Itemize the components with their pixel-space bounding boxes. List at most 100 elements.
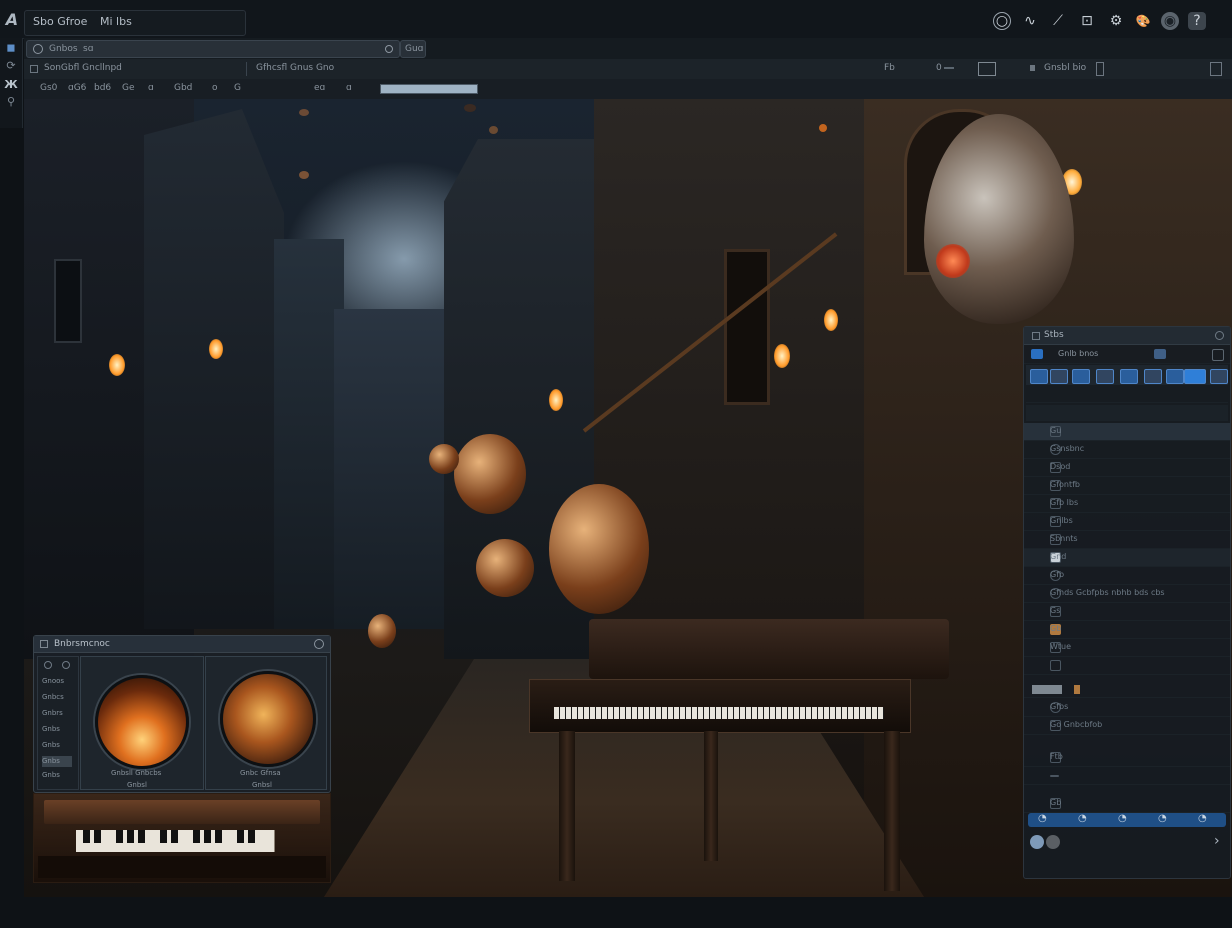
panel-toggle-icon[interactable] — [978, 62, 996, 76]
options-toggle-icon[interactable] — [30, 65, 38, 73]
tool-opt-5[interactable]: ɑ — [148, 83, 154, 93]
tool-opt-2[interactable]: ɑG6 — [68, 83, 86, 93]
piano-keyboard-widget[interactable] — [33, 793, 331, 883]
options-right-c[interactable]: Gnsbl bio — [1044, 63, 1086, 73]
tool-opt-9[interactable]: eɑ — [314, 83, 325, 93]
side-item[interactable]: Gnbs — [42, 770, 72, 781]
action-icon[interactable]: ◔ — [1078, 813, 1087, 824]
options-left-label[interactable]: SonGbfl Gncllnpd — [44, 63, 122, 73]
rotate-tool-icon[interactable]: ⟳ — [3, 59, 19, 73]
layer-tool-button-active[interactable] — [1184, 369, 1206, 384]
layer-row[interactable]: Dsod — [1024, 459, 1230, 477]
preview-card-right[interactable]: Gnbc Gfnsa Gnbsl — [205, 656, 327, 790]
panel-menu-icon[interactable] — [40, 640, 48, 648]
layer-row[interactable]: Gnd — [1024, 549, 1230, 567]
options-right-a[interactable]: Fb — [884, 63, 895, 73]
tool-opt-3[interactable]: bd6 — [94, 83, 111, 93]
layer-row[interactable]: Go Gnbcbfob — [1024, 717, 1230, 735]
black-key[interactable] — [138, 830, 145, 843]
layers-search-row[interactable]: Gnlb bnos — [1024, 346, 1230, 364]
preview-card-left[interactable]: Gnbsll Gnbcbs Gnbsl — [80, 656, 204, 790]
layer-tool-button[interactable] — [1050, 369, 1068, 384]
help-icon[interactable]: ? — [1188, 12, 1206, 30]
layers-search-label[interactable]: Gnlb bnos — [1058, 349, 1098, 358]
layer-tool-button[interactable] — [1120, 369, 1138, 384]
side-item[interactable]: Gnbrs — [42, 708, 72, 719]
palette-icon[interactable]: 🎨 — [1134, 12, 1152, 30]
layer-row[interactable] — [1024, 683, 1230, 698]
circle-icon[interactable]: ○ — [993, 12, 1011, 30]
tool-opt-7[interactable]: o — [212, 83, 218, 93]
layer-row[interactable]: Gfbs — [1024, 699, 1230, 717]
blend-icon[interactable] — [1154, 349, 1166, 359]
gear-icon[interactable]: ⚙ — [1107, 12, 1125, 30]
black-key[interactable] — [171, 830, 178, 843]
tool-opt-8[interactable]: G — [234, 83, 241, 93]
square-tool-icon[interactable]: ◼ — [3, 41, 19, 55]
layer-row[interactable]: Gs — [1024, 603, 1230, 621]
layer-row[interactable]: Gsnsbnc — [1024, 441, 1230, 459]
panel-menu-icon[interactable] — [1032, 332, 1040, 340]
layers-panel-header[interactable]: Stbs — [1024, 327, 1230, 345]
options-end-icon[interactable] — [1210, 62, 1222, 76]
black-key[interactable] — [204, 830, 211, 843]
options-split-icon[interactable] — [1096, 62, 1104, 76]
side-item[interactable]: Gnoos — [42, 676, 72, 687]
pin-tool-icon[interactable]: ⚲ — [3, 95, 19, 109]
app-logo-icon[interactable]: A — [2, 10, 22, 30]
white-key[interactable] — [263, 830, 275, 852]
black-key[interactable] — [193, 830, 200, 843]
panel-close-icon[interactable] — [314, 639, 324, 649]
layer-row-selected[interactable]: Gu — [1024, 423, 1230, 441]
layer-tool-button[interactable] — [1096, 369, 1114, 384]
layer-row[interactable] — [1024, 657, 1230, 675]
side-toggle-icon[interactable] — [44, 661, 52, 669]
black-key[interactable] — [248, 830, 255, 843]
filter-icon[interactable] — [1031, 349, 1043, 359]
side-item[interactable]: Gnbcs — [42, 692, 72, 703]
layer-row[interactable]: Gfb — [1024, 567, 1230, 585]
tab-active[interactable]: Gnbos sɑ — [26, 40, 400, 58]
side-item[interactable]: Gnbs — [42, 740, 72, 751]
chevron-right-icon[interactable]: › — [1214, 833, 1220, 849]
layer-toggles-row[interactable] — [1026, 387, 1228, 403]
black-key[interactable] — [127, 830, 134, 843]
layer-filter-row[interactable] — [1026, 405, 1228, 421]
side-toggle-icon[interactable] — [62, 661, 70, 669]
foreground-color-swatch[interactable] — [1030, 835, 1044, 849]
black-key[interactable] — [94, 830, 101, 843]
brush-tool-icon[interactable]: Ж — [3, 78, 19, 92]
layer-row[interactable]: Gb — [1024, 795, 1230, 813]
action-icon[interactable]: ◔ — [1158, 813, 1167, 824]
black-key[interactable] — [116, 830, 123, 843]
options-right-b[interactable]: 0 — [936, 63, 942, 73]
black-key[interactable] — [83, 830, 90, 843]
opacity-icon[interactable] — [1212, 349, 1224, 361]
black-key[interactable] — [160, 830, 167, 843]
tool-opt-6[interactable]: Gbd — [174, 83, 192, 93]
options-mid-label[interactable]: Gfhcsfl Gnus Gno — [256, 63, 334, 73]
tool-opt-1[interactable]: Gs0 — [40, 83, 57, 93]
wave-icon[interactable]: ∿ — [1021, 12, 1039, 30]
layer-row[interactable]: Ftb — [1024, 749, 1230, 767]
action-icon[interactable]: ◔ — [1038, 813, 1047, 824]
globe-icon[interactable]: ◉ — [1161, 12, 1179, 30]
black-key[interactable] — [215, 830, 222, 843]
document-title-field[interactable]: Sbo Gfroe Mi lbs — [24, 10, 246, 36]
black-key[interactable] — [237, 830, 244, 843]
layer-tool-button[interactable] — [1030, 369, 1048, 384]
action-icon[interactable]: ◔ — [1118, 813, 1127, 824]
opacity-slider[interactable] — [380, 84, 478, 94]
layer-row[interactable]: Gfontfb — [1024, 477, 1230, 495]
background-color-swatch[interactable] — [1046, 835, 1060, 849]
pen-icon[interactable]: ⟋ — [1049, 12, 1067, 30]
side-item-selected[interactable]: Gnbs — [42, 756, 72, 767]
layer-tool-button[interactable] — [1144, 369, 1162, 384]
tool-opt-10[interactable]: ɑ — [346, 83, 352, 93]
side-item[interactable]: Gnbs — [42, 724, 72, 735]
tab-secondary[interactable]: Guɑ — [400, 40, 426, 58]
layer-tool-button[interactable] — [1072, 369, 1090, 384]
layer-row[interactable]: Wtue — [1024, 639, 1230, 657]
layer-tool-button[interactable] — [1210, 369, 1228, 384]
layer-row[interactable]: Gfhds Gcbfpbs nbhb bds cbs — [1024, 585, 1230, 603]
